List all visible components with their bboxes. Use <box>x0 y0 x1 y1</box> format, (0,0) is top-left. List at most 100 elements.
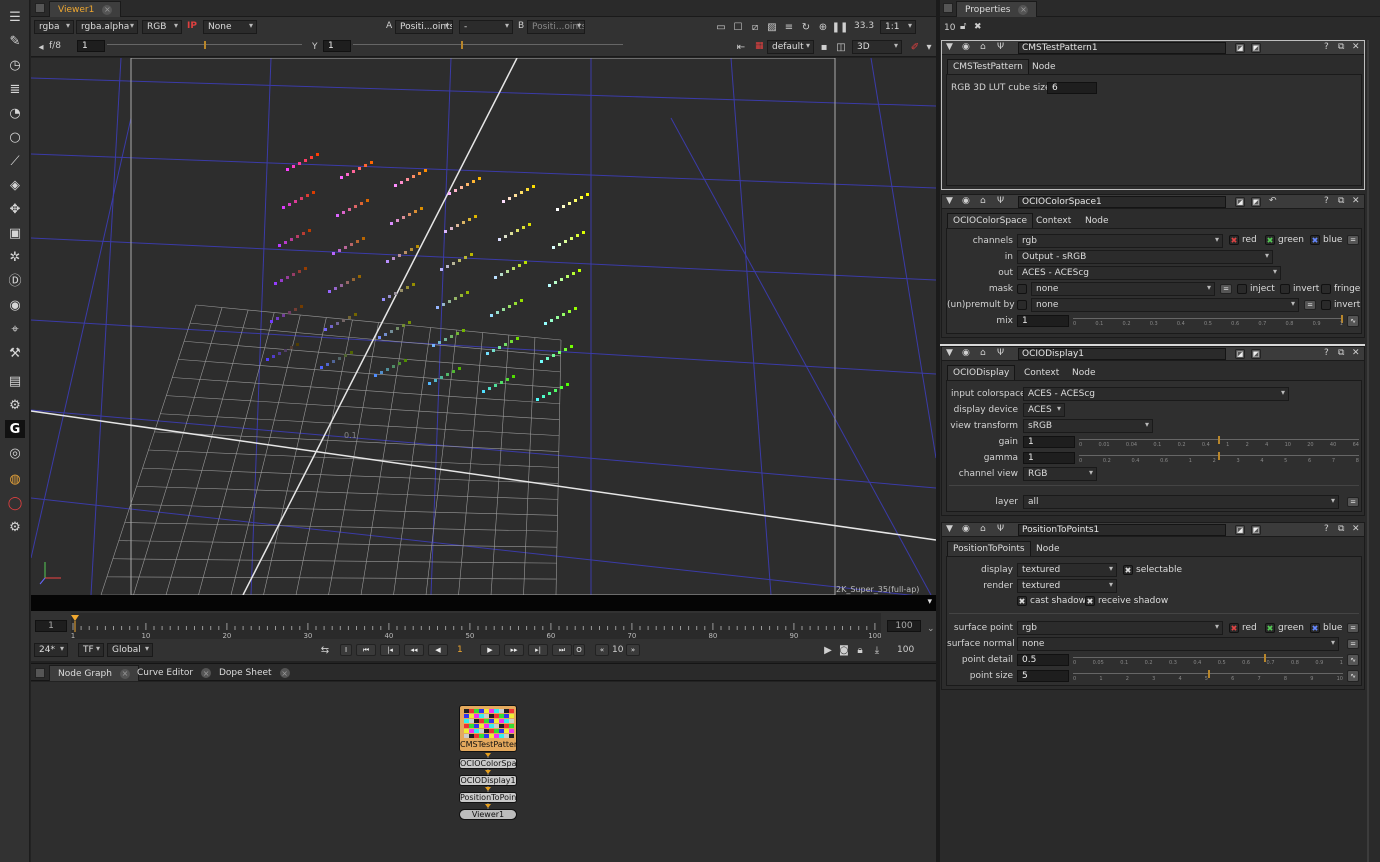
ofx-icon[interactable]: ◎ <box>5 444 25 462</box>
layer-menu-icon[interactable]: = <box>1347 497 1359 507</box>
deep-icon[interactable]: Ⓓ <box>5 272 25 290</box>
next-increment-button[interactable]: ▸▸ <box>504 644 524 656</box>
current-frame[interactable]: 1 <box>457 645 463 655</box>
light-icon[interactable]: ◫ <box>834 40 848 54</box>
channel-stack-icon[interactable]: ≣ <box>5 80 25 98</box>
tab-node-graph[interactable]: Node Graph × <box>49 665 139 681</box>
metadata-tag-icon[interactable]: ⌖ <box>5 320 25 338</box>
decrement-button[interactable]: « <box>595 644 609 656</box>
play-forward-button[interactable]: ▶ <box>480 644 500 656</box>
timeline-end-field[interactable]: 100 <box>887 620 921 632</box>
inject-checkbox[interactable]: inject <box>1237 284 1275 294</box>
alpha-channel-dropdown[interactable]: rgba.alpha <box>76 20 138 34</box>
close-icon[interactable]: × <box>279 668 290 678</box>
node-viewer[interactable]: Viewer1 <box>459 809 517 820</box>
close-icon[interactable]: × <box>201 668 212 678</box>
end-frame-value[interactable]: 100 <box>897 645 914 655</box>
merge-layers-icon[interactable]: ◈ <box>5 176 25 194</box>
3d-scene[interactable] <box>31 58 936 595</box>
curve-icon[interactable]: ∿ <box>1347 315 1359 327</box>
clear-panels-icon[interactable]: ✖ <box>974 22 982 32</box>
refresh-icon[interactable]: ↻ <box>799 20 813 34</box>
close-icon[interactable]: ✕ <box>1352 196 1360 206</box>
point-detail-slider[interactable]: 0 0.05 0.1 0.2 0.3 0.4 0.5 0.6 0.7 0.8 0.9 1 <box>1073 654 1343 666</box>
increment-value[interactable]: 10 <box>612 645 623 655</box>
tf-dropdown[interactable]: TF <box>78 643 104 657</box>
tab-properties[interactable]: Properties × <box>956 1 1038 17</box>
gizmo-g-icon[interactable]: G <box>5 420 25 438</box>
render-dropdown[interactable]: textured <box>1017 579 1117 593</box>
green-checkbox[interactable]: ✖ green <box>1265 235 1304 245</box>
overlay-icon[interactable]: ≡ <box>782 20 796 34</box>
close-icon[interactable]: ✕ <box>1352 524 1360 534</box>
lut-size-field[interactable]: 6 <box>1047 82 1097 94</box>
node-name-field[interactable]: CMSTestPattern1 <box>1018 42 1226 54</box>
time-clock-icon[interactable]: ◷ <box>5 56 25 74</box>
node-color-icon[interactable]: ◉ <box>962 42 970 52</box>
knob-default-icon[interactable]: ◪ <box>1235 43 1245 53</box>
collapse-icon[interactable]: ▼ <box>946 42 953 52</box>
node-cmstestpattern[interactable]: CMSTestPattern1 <box>459 705 517 752</box>
red-checkbox[interactable]: ✖ red <box>1229 235 1257 245</box>
max-panels-value[interactable]: 10 <box>944 23 955 33</box>
help-icon[interactable]: ? <box>1324 348 1329 358</box>
tab-ociodisplay[interactable]: OCIODisplay <box>947 365 1016 380</box>
channels-dropdown[interactable]: rgb <box>1017 234 1223 248</box>
curve-icon[interactable]: ∿ <box>1347 670 1359 682</box>
point-detail-field[interactable]: 0.5 <box>1017 654 1069 666</box>
selectable-checkbox[interactable]: ✖ selectable <box>1123 565 1182 575</box>
close-icon[interactable]: × <box>102 4 113 15</box>
help-icon[interactable]: ? <box>1324 196 1329 206</box>
cast-shadow-checkbox[interactable]: ✖ cast shadow <box>1017 596 1086 606</box>
tab-node[interactable]: Node <box>1067 365 1101 380</box>
tab-context[interactable]: Context <box>1019 365 1064 380</box>
close-icon[interactable]: ✕ <box>1352 348 1360 358</box>
unpremult-checkbox[interactable] <box>1017 300 1030 310</box>
gain-slider[interactable] <box>107 41 302 51</box>
layer-dropdown[interactable]: all <box>1023 495 1339 509</box>
view-mode-dropdown[interactable]: 3D <box>852 40 902 54</box>
mask-menu-icon[interactable]: = <box>1220 284 1232 294</box>
gain-field[interactable]: 1 <box>1023 436 1075 448</box>
draw-pen-icon[interactable]: ✎ <box>5 32 25 50</box>
play-back-button[interactable]: ◀ <box>428 644 448 656</box>
pane-menu-icon[interactable] <box>943 3 953 13</box>
views-eye-icon[interactable]: ◉ <box>5 296 25 314</box>
node-color-icon[interactable]: ◉ <box>962 196 970 206</box>
knob-default-icon[interactable]: ◪ <box>1235 197 1245 207</box>
node-color-icon[interactable]: ◉ <box>962 348 970 358</box>
undo-icon[interactable]: ◩ <box>1251 349 1261 359</box>
range-icon[interactable]: ⤓ <box>870 643 884 657</box>
color-wheel-icon[interactable]: ◔ <box>5 104 25 122</box>
gamma-field[interactable]: 1 <box>323 40 351 52</box>
ip-label[interactable]: IP <box>187 21 197 31</box>
ratio-dropdown[interactable]: 1:1 <box>880 20 916 34</box>
lock-icon[interactable]: 🔓︎ <box>960 21 966 32</box>
fringe-checkbox[interactable]: fringe <box>1321 284 1360 294</box>
out-point-button[interactable]: O <box>573 644 585 656</box>
node-bookmark-icon[interactable]: ⌂ <box>980 348 986 358</box>
clip-warning-icon[interactable]: ▦ <box>755 41 764 51</box>
view-transform-dropdown[interactable]: sRGB <box>1023 419 1153 433</box>
mix-slider[interactable]: 0 0.1 0.2 0.3 0.4 0.5 0.6 0.7 0.8 0.9 1 <box>1073 315 1343 327</box>
toolsets-wrench-icon[interactable]: ⚒ <box>5 344 25 362</box>
tab-curve-editor[interactable]: Curve Editor × <box>129 665 219 681</box>
invert2-checkbox[interactable]: invert <box>1321 300 1360 310</box>
pause-icon[interactable]: ❚❚ <box>832 20 849 34</box>
red-checkbox[interactable]: ✖ red <box>1229 623 1257 633</box>
gamma-slider[interactable] <box>353 41 623 51</box>
mask-dropdown[interactable]: none <box>1031 282 1215 296</box>
invert-checkbox[interactable]: invert <box>1280 284 1319 294</box>
particles-icon[interactable]: ✲ <box>5 248 25 266</box>
pin-icon[interactable]: ✐ <box>908 40 922 54</box>
gain-slider[interactable]: 0 0.01 0.04 0.1 0.2 0.4 1 2 4 10 20 40 64 <box>1079 436 1359 448</box>
tab-dope-sheet[interactable]: Dope Sheet × <box>211 665 298 681</box>
in-colorspace-dropdown[interactable]: Output - sRGB <box>1017 250 1273 264</box>
float-icon[interactable]: ⧉ <box>1338 42 1344 52</box>
collapse-icon[interactable]: ▼ <box>946 196 953 206</box>
tab-positiontopoints[interactable]: PositionToPoints <box>947 541 1031 556</box>
other-box-icon[interactable]: ▤ <box>5 372 25 390</box>
tab-node[interactable]: Node <box>1031 541 1065 556</box>
first-frame-button[interactable]: ⏮ <box>356 644 376 656</box>
proxy-icon[interactable]: ⧄ <box>748 20 762 34</box>
